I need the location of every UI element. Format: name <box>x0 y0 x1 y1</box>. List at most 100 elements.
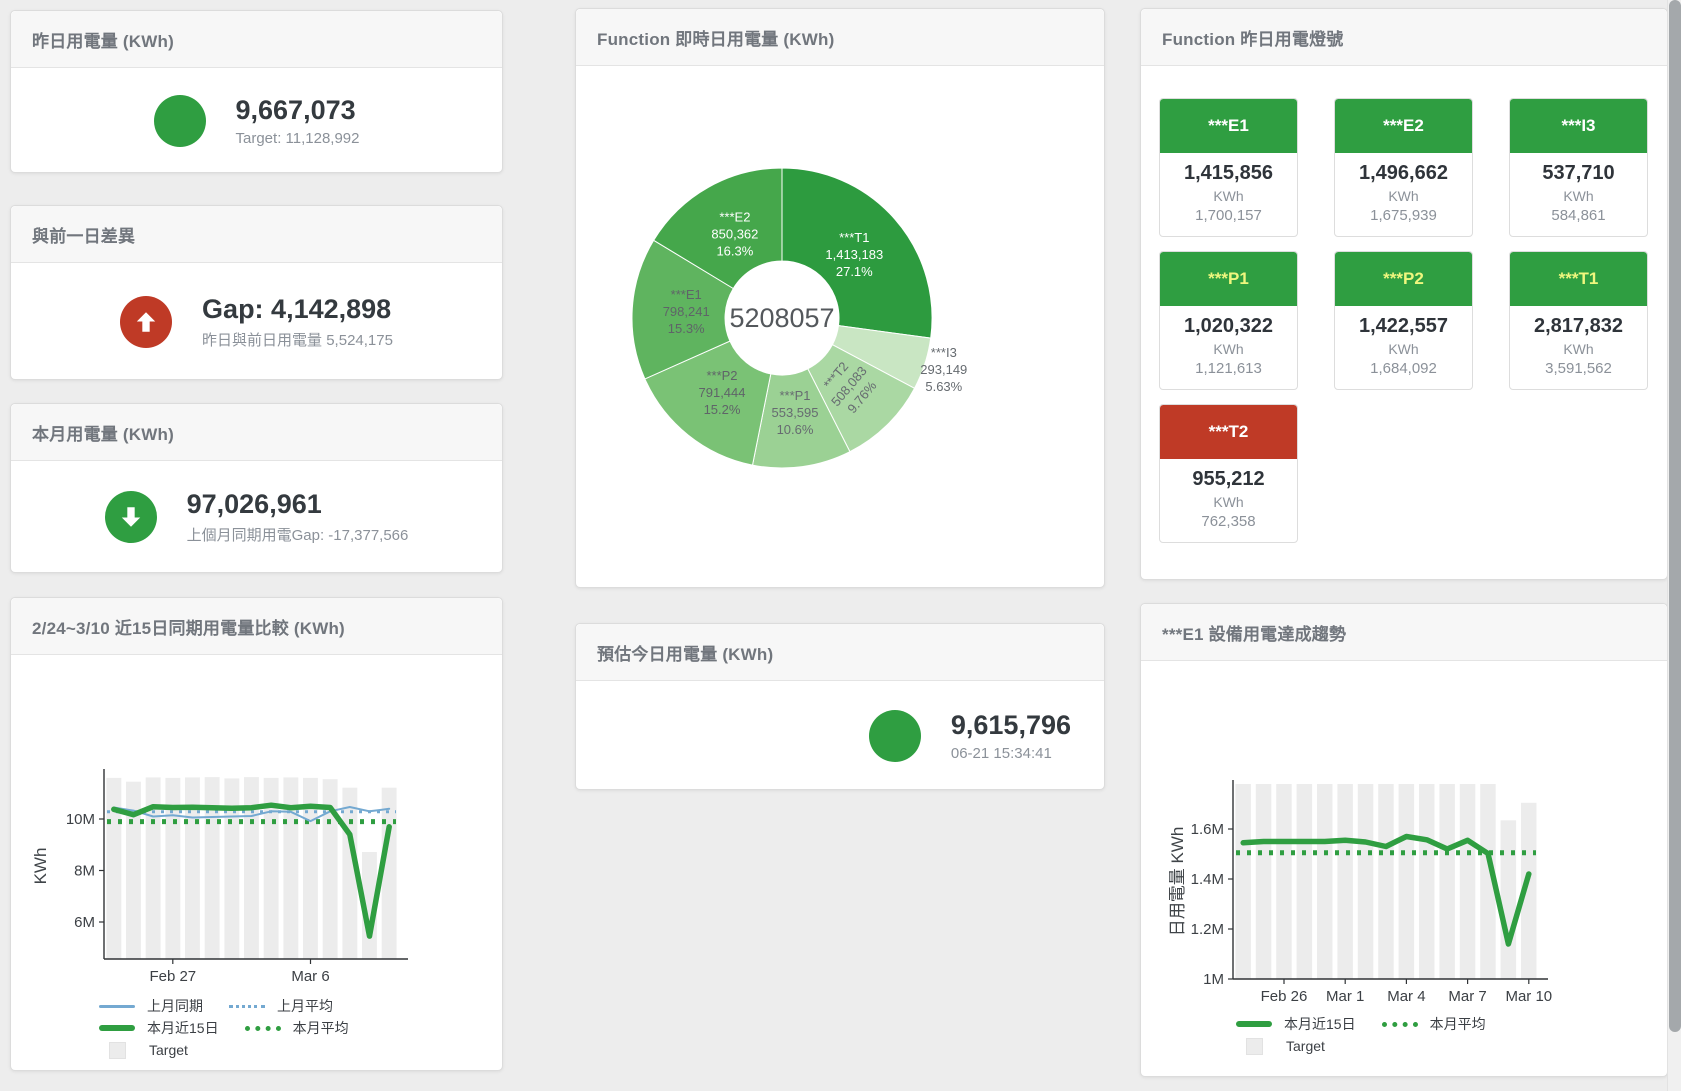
tile-unit: KWh <box>1160 341 1297 357</box>
y-axis-label: 日用電量 KWh <box>1168 827 1187 937</box>
card-title: 預估今日用電量 (KWh) <box>597 640 773 665</box>
tile-unit: KWh <box>1335 341 1472 357</box>
tile-value: 2,817,832 <box>1510 315 1647 338</box>
card-title: ***E1 設備用電達成趨勢 <box>1162 620 1346 645</box>
light-tile-E2: ***E21,496,662KWh1,675,939 <box>1334 98 1473 237</box>
card-title: 昨日用電量 (KWh) <box>32 27 174 52</box>
target-bar <box>1317 784 1333 979</box>
tile-header: ***P1 <box>1160 252 1297 306</box>
legend-item-上月平均[interactable]: 上月平均 <box>229 996 333 1016</box>
tile-target-value: 1,675,939 <box>1335 207 1472 224</box>
card-today-estimate: 預估今日用電量 (KWh) 9,615,796 06-21 15:34:41 <box>575 623 1105 790</box>
card-realtime-donut: Function 即時日用電量 (KWh) ***T11,413,18327.1… <box>575 8 1105 588</box>
y-tick-label: 10M <box>66 811 95 828</box>
tile-header: ***T2 <box>1160 405 1297 459</box>
tile-value: 1,415,856 <box>1160 162 1297 185</box>
tile-header: ***E2 <box>1335 99 1472 153</box>
stat-value: 9,667,073 <box>236 95 360 126</box>
legend-label: Target <box>149 1042 188 1058</box>
card-header: 昨日用電量 (KWh) <box>11 11 502 68</box>
y-tick-label: 1.2M <box>1191 921 1224 938</box>
dotted-line-swatch-icon <box>229 1005 265 1008</box>
target-bar <box>1235 784 1251 979</box>
card-header: 本月用電量 (KWh) <box>11 404 502 461</box>
stat-subtitle: 上個月同期用電Gap: -17,377,566 <box>187 524 409 545</box>
tile-header: ***T1 <box>1510 252 1647 306</box>
light-tile-P2: ***P21,422,557KWh1,684,092 <box>1334 251 1473 390</box>
stat-subtitle: 昨日與前日用電量 5,524,175 <box>202 329 393 350</box>
stat-body: 97,026,961 上個月同期用電Gap: -17,377,566 <box>11 461 502 573</box>
line-swatch-icon <box>1236 1021 1272 1027</box>
y-tick-label: 1.6M <box>1191 821 1224 838</box>
compare-legend: 上月同期 上月平均本月近15日 本月平均 Target <box>99 995 502 1061</box>
donut-center-total: 5208057 <box>729 303 834 333</box>
target-bar <box>1460 784 1476 979</box>
target-bar <box>1419 784 1435 979</box>
y-tick-label: 1M <box>1203 971 1224 988</box>
legend-label: 上月同期 <box>147 996 203 1016</box>
card-header: 預估今日用電量 (KWh) <box>576 624 1104 681</box>
target-bar <box>1399 784 1415 979</box>
tile-target-value: 3,591,562 <box>1510 360 1647 377</box>
status-circle-icon <box>154 95 206 147</box>
card-header: ***E1 設備用電達成趨勢 <box>1141 604 1667 661</box>
y-tick-label: 1.4M <box>1191 871 1224 888</box>
stat-body: 9,667,073 Target: 11,128,992 <box>11 68 502 173</box>
tile-value: 1,020,322 <box>1160 315 1297 338</box>
x-tick-label: Mar 6 <box>291 968 329 985</box>
tile-target-value: 762,358 <box>1160 513 1297 530</box>
legend-row: 上月同期 上月平均 <box>99 995 502 1017</box>
card-header: 與前一日差異 <box>11 206 502 263</box>
legend-label: 本月近15日 <box>1284 1014 1356 1034</box>
legend-item-Target[interactable]: Target <box>1236 1038 1325 1055</box>
tile-header: ***P2 <box>1335 252 1472 306</box>
stat-body: 9,615,796 06-21 15:34:41 <box>576 681 1104 790</box>
legend-item-Target[interactable]: Target <box>99 1042 188 1059</box>
scrollbar-track[interactable] <box>1667 0 1681 1091</box>
target-swatch-icon <box>1246 1038 1263 1055</box>
legend-label: Target <box>1286 1038 1325 1054</box>
legend-item-上月同期[interactable]: 上月同期 <box>99 996 203 1016</box>
light-tile-T2: ***T2 955,212 KWh 762,358 <box>1159 404 1298 543</box>
tile-value: 1,496,662 <box>1335 162 1472 185</box>
trend-line-chart: 1M1.2M1.4M1.6MFeb 26Mar 1Mar 4Mar 7Mar 1… <box>1141 771 1667 1007</box>
target-bar <box>1501 820 1517 979</box>
status-circle-icon <box>869 710 921 762</box>
legend-label: 本月平均 <box>1430 1014 1486 1034</box>
stat-value: Gap: 4,142,898 <box>202 294 393 325</box>
tile-header: ***I3 <box>1510 99 1647 153</box>
target-bar <box>1337 784 1353 979</box>
legend-item-本月近15日[interactable]: 本月近15日 <box>1236 1014 1356 1034</box>
light-tile-P1: ***P1 1,020,322 KWh 1,121,613 <box>1159 251 1298 390</box>
x-tick-label: Mar 7 <box>1448 988 1486 1005</box>
tile-target-value: 1,700,157 <box>1160 207 1297 224</box>
line-swatch-icon <box>99 1005 135 1008</box>
card-yesterday-usage: 昨日用電量 (KWh) 9,667,073 Target: 11,128,992 <box>10 10 503 173</box>
legend-item-本月近15日[interactable]: 本月近15日 <box>99 1018 219 1038</box>
scrollbar-thumb[interactable] <box>1669 0 1681 1032</box>
x-tick-label: Mar 1 <box>1326 988 1364 1005</box>
card-title: Function 昨日用電燈號 <box>1162 25 1343 50</box>
tile-unit: KWh <box>1160 494 1297 510</box>
tile-target-value: 1,684,092 <box>1335 360 1472 377</box>
card-title: 本月用電量 (KWh) <box>32 420 174 445</box>
legend-label: 本月平均 <box>293 1018 349 1038</box>
legend-item-本月平均[interactable]: 本月平均 <box>245 1018 349 1038</box>
card-yesterday-lights: Function 昨日用電燈號 ***E11,415,856KWh1,700,1… <box>1140 8 1668 580</box>
line-swatch-icon <box>99 1025 135 1031</box>
target-bar <box>382 788 397 959</box>
target-bar <box>1378 784 1394 979</box>
x-tick-label: Mar 10 <box>1505 988 1552 1005</box>
arrow-up-icon <box>120 296 172 348</box>
tile-target-value: 1,121,613 <box>1160 360 1297 377</box>
tile-unit: KWh <box>1160 188 1297 204</box>
y-tick-label: 6M <box>74 914 95 931</box>
y-tick-label: 8M <box>74 863 95 880</box>
legend-row: Target <box>99 1039 502 1061</box>
card-day-gap: 與前一日差異 Gap: 4,142,898 昨日與前日用電量 5,524,175 <box>10 205 503 380</box>
tile-value: 955,212 <box>1160 468 1297 491</box>
light-tile-I3: ***I3537,710KWh584,861 <box>1509 98 1648 237</box>
card-header: Function 昨日用電燈號 <box>1141 9 1667 66</box>
dotted-line-swatch-icon <box>1382 1022 1418 1027</box>
legend-item-本月平均[interactable]: 本月平均 <box>1382 1014 1486 1034</box>
